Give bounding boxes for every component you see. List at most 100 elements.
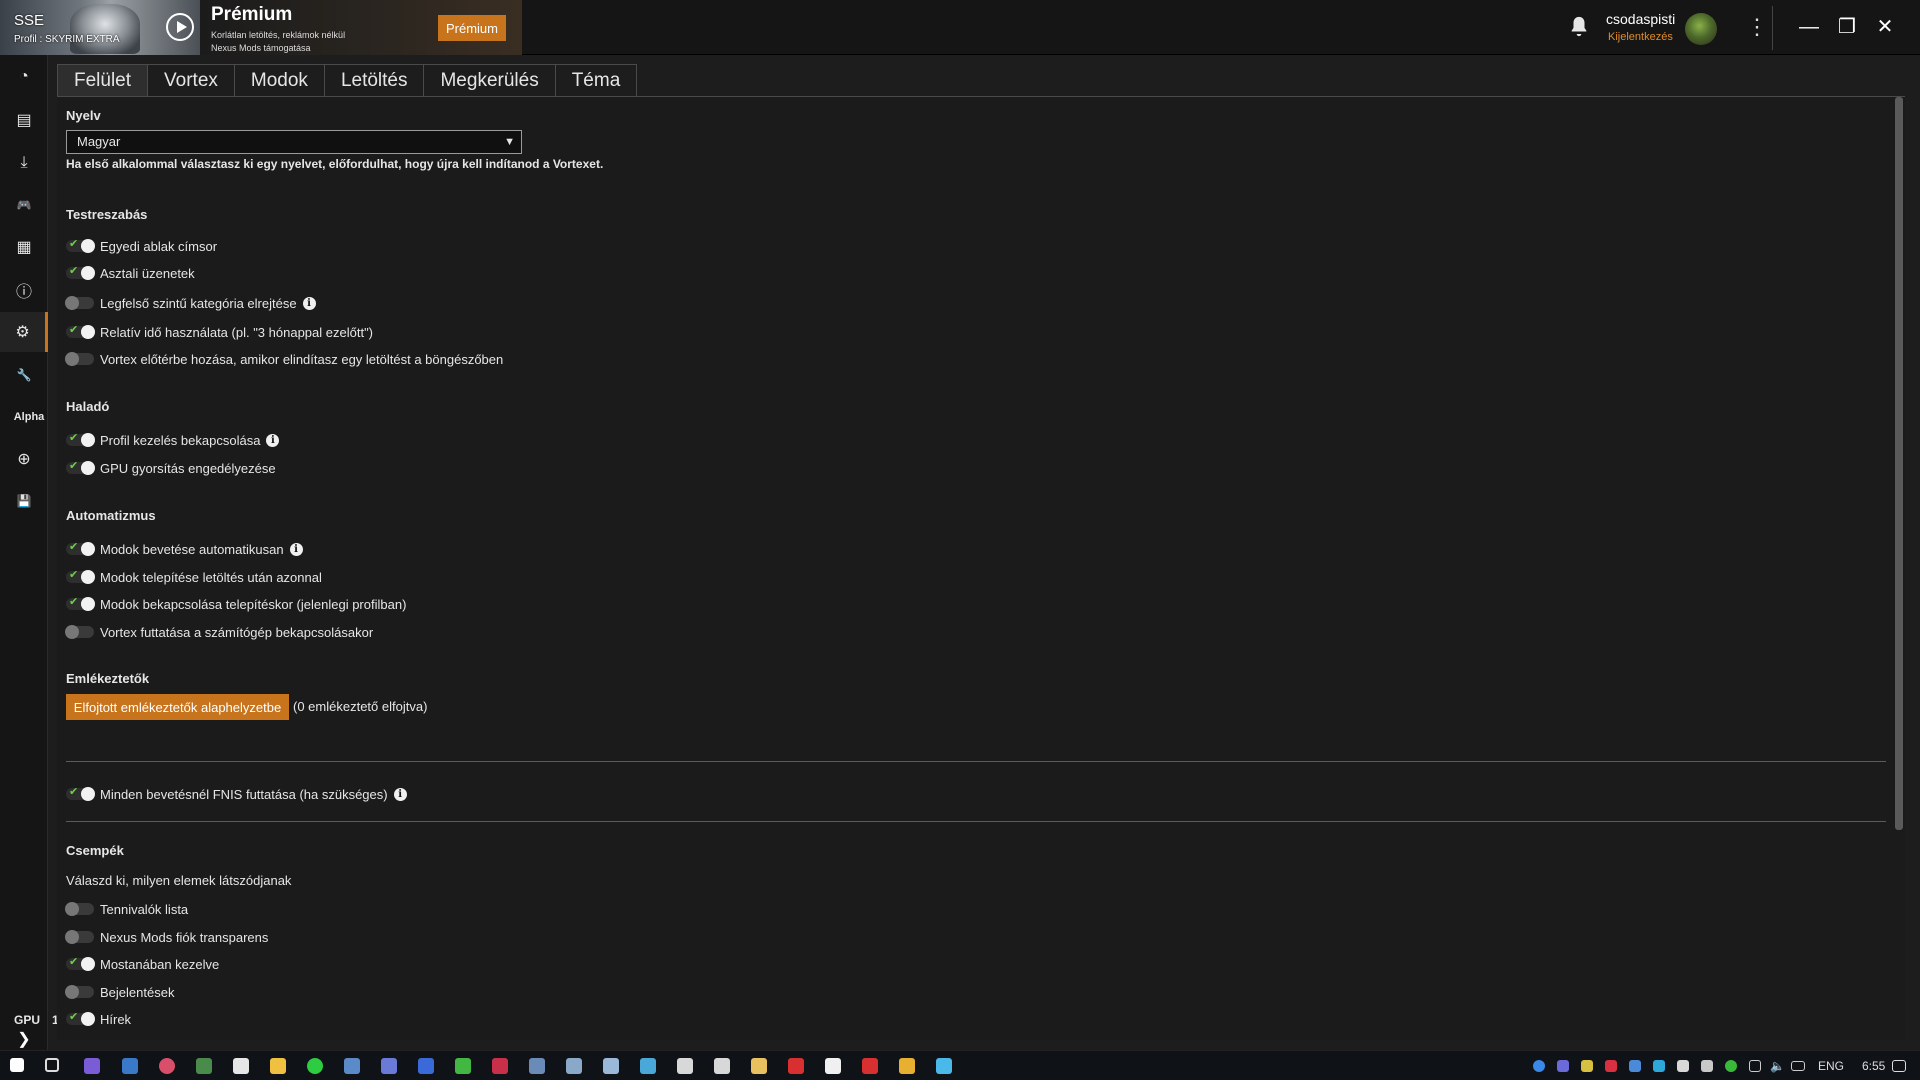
toggle-switch[interactable]: ✔	[66, 786, 95, 801]
tray-icon[interactable]	[1533, 1060, 1545, 1072]
toggle-hide-top-category[interactable]: Legfelső szintű kategória elrejtése i	[65, 293, 316, 313]
scrollbar[interactable]	[1895, 97, 1903, 830]
app-icon[interactable]	[566, 1058, 582, 1074]
app-icon[interactable]	[418, 1058, 434, 1074]
avatar[interactable]	[1685, 13, 1717, 45]
notification-center-icon[interactable]	[1892, 1060, 1906, 1072]
sidebar-item-save[interactable]: 💾	[0, 481, 48, 521]
app-icon[interactable]	[381, 1058, 397, 1074]
toggle-switch[interactable]: ✔	[66, 541, 95, 556]
close-button[interactable]: ✕	[1870, 12, 1900, 42]
vortex-icon[interactable]	[862, 1058, 878, 1074]
toggle-switch[interactable]: ✔	[66, 956, 95, 971]
play-icon[interactable]	[166, 13, 194, 41]
toggle-nexus-account[interactable]: Nexus Mods fiók transparens	[65, 927, 268, 947]
shield-icon[interactable]	[714, 1058, 730, 1074]
app-icon[interactable]	[196, 1058, 212, 1074]
logout-link[interactable]: Kijelentkezés	[1608, 31, 1673, 43]
toggle-custom-titlebar[interactable]: ✔ Egyedi ablak címsor	[66, 236, 217, 256]
toggle-switch[interactable]: ✔	[66, 569, 95, 584]
language-select[interactable]: Magyar ▼	[66, 130, 522, 154]
clock[interactable]: 6:55	[1862, 1059, 1885, 1073]
toggle-fnis[interactable]: ✔ Minden bevetésnél FNIS futtatása (ha s…	[66, 784, 407, 804]
sidebar-item-settings[interactable]: ⚙	[0, 312, 48, 352]
toggle-switch[interactable]: ✔	[66, 596, 95, 611]
app-icon[interactable]	[233, 1058, 249, 1074]
toggle-foreground-on-download[interactable]: Vortex előtérbe hozása, amikor elindítas…	[65, 349, 503, 369]
tray-icon[interactable]	[1605, 1060, 1617, 1072]
toggle-news[interactable]: ✔ Hírek	[66, 1009, 131, 1029]
info-icon[interactable]: i	[302, 296, 316, 310]
tray-icon[interactable]	[1653, 1060, 1665, 1072]
sidebar-item-dashboard[interactable]: ◔	[0, 57, 48, 97]
app-icon[interactable]	[344, 1058, 360, 1074]
sidebar-item-downloads[interactable]: ⤓	[0, 143, 48, 183]
app-icon[interactable]	[84, 1058, 100, 1074]
info-icon[interactable]: i	[393, 787, 407, 801]
sidebar-item-mods[interactable]: ▤	[0, 100, 48, 140]
toggle-profile-management[interactable]: ✔ Profil kezelés bekapcsolása i	[66, 430, 280, 450]
toggle-switch[interactable]	[65, 296, 94, 310]
toggle-run-on-startup[interactable]: Vortex futtatása a számítógép bekapcsolá…	[65, 622, 373, 642]
toggle-recently-managed[interactable]: ✔ Mostanában kezelve	[66, 954, 219, 974]
sidebar-item-games[interactable]: 🎮	[0, 185, 48, 225]
tray-icon[interactable]	[1701, 1060, 1713, 1072]
app-icon[interactable]	[122, 1058, 138, 1074]
vivaldi-icon[interactable]	[788, 1058, 804, 1074]
toggle-announcements[interactable]: Bejelentések	[65, 982, 174, 1002]
toggle-switch[interactable]	[65, 902, 94, 916]
toggle-switch[interactable]: ✔	[66, 432, 95, 447]
toggle-switch[interactable]	[65, 352, 94, 366]
app-icon[interactable]	[603, 1058, 619, 1074]
toggle-switch[interactable]	[65, 625, 94, 639]
tray-icon[interactable]	[1581, 1060, 1593, 1072]
toggle-gpu-acceleration[interactable]: ✔ GPU gyorsítás engedélyezése	[66, 458, 276, 478]
premium-button[interactable]: Prémium	[438, 15, 506, 41]
app-icon[interactable]	[936, 1058, 952, 1074]
toggle-desktop-notifications[interactable]: ✔ Asztali üzenetek	[66, 263, 195, 283]
tab-theme[interactable]: Téma	[554, 64, 638, 96]
app-icon[interactable]	[159, 1058, 175, 1074]
app-icon[interactable]	[899, 1058, 915, 1074]
language-indicator[interactable]: ENG	[1818, 1059, 1844, 1073]
tab-mods[interactable]: Modok	[233, 64, 325, 96]
tray-icon[interactable]	[1749, 1060, 1761, 1072]
network-icon[interactable]	[1791, 1061, 1805, 1071]
sidebar-item-extensions[interactable]: ▦	[0, 227, 48, 267]
app-icon[interactable]	[455, 1058, 471, 1074]
restore-button[interactable]: ❐	[1832, 12, 1862, 42]
gear-icon[interactable]	[677, 1058, 693, 1074]
toggle-switch[interactable]	[65, 930, 94, 944]
sidebar-item-add[interactable]: ⊕	[0, 439, 48, 479]
minimize-button[interactable]: —	[1794, 12, 1824, 42]
toggle-switch[interactable]: ✔	[66, 1011, 95, 1026]
task-view-icon[interactable]	[45, 1058, 59, 1072]
more-menu-icon[interactable]: ⋮	[1746, 14, 1768, 40]
game-banner[interactable]: SSE Profil : SKYRIM EXTRA	[0, 0, 200, 55]
volume-icon[interactable]: 🔈	[1770, 1059, 1785, 1073]
toggle-auto-deploy[interactable]: ✔ Modok bevetése automatikusan i	[66, 539, 303, 559]
file-explorer-icon[interactable]	[270, 1058, 286, 1074]
tray-icon[interactable]	[1677, 1060, 1689, 1072]
reset-reminders-button[interactable]: Elfojtott emlékeztetők alaphelyzetbe	[66, 694, 289, 720]
app-icon[interactable]	[492, 1058, 508, 1074]
tray-icon[interactable]	[1629, 1060, 1641, 1072]
info-icon[interactable]: i	[266, 433, 280, 447]
notepad-icon[interactable]	[825, 1058, 841, 1074]
info-icon[interactable]: i	[289, 542, 303, 556]
app-icon[interactable]	[640, 1058, 656, 1074]
bell-icon[interactable]	[1568, 14, 1590, 38]
toggle-switch[interactable]: ✔	[66, 238, 95, 253]
windows-start-icon[interactable]	[10, 1058, 24, 1072]
expand-sidebar-icon[interactable]: ❯	[0, 1030, 48, 1050]
toggle-relative-time[interactable]: ✔ Relatív idő használata (pl. "3 hónappa…	[66, 322, 373, 342]
toggle-switch[interactable]	[65, 985, 94, 999]
tab-download[interactable]: Letöltés	[323, 64, 425, 96]
toggle-switch[interactable]: ✔	[66, 460, 95, 475]
tab-workarounds[interactable]: Megkerülés	[423, 64, 556, 96]
tab-interface[interactable]: Felület	[57, 64, 149, 96]
toggle-enable-on-install[interactable]: ✔ Modok bekapcsolása telepítéskor (jelen…	[66, 594, 406, 614]
toggle-switch[interactable]: ✔	[66, 265, 95, 280]
tray-icon[interactable]	[1725, 1060, 1737, 1072]
sidebar-item-tools[interactable]: 🔧	[0, 355, 48, 395]
